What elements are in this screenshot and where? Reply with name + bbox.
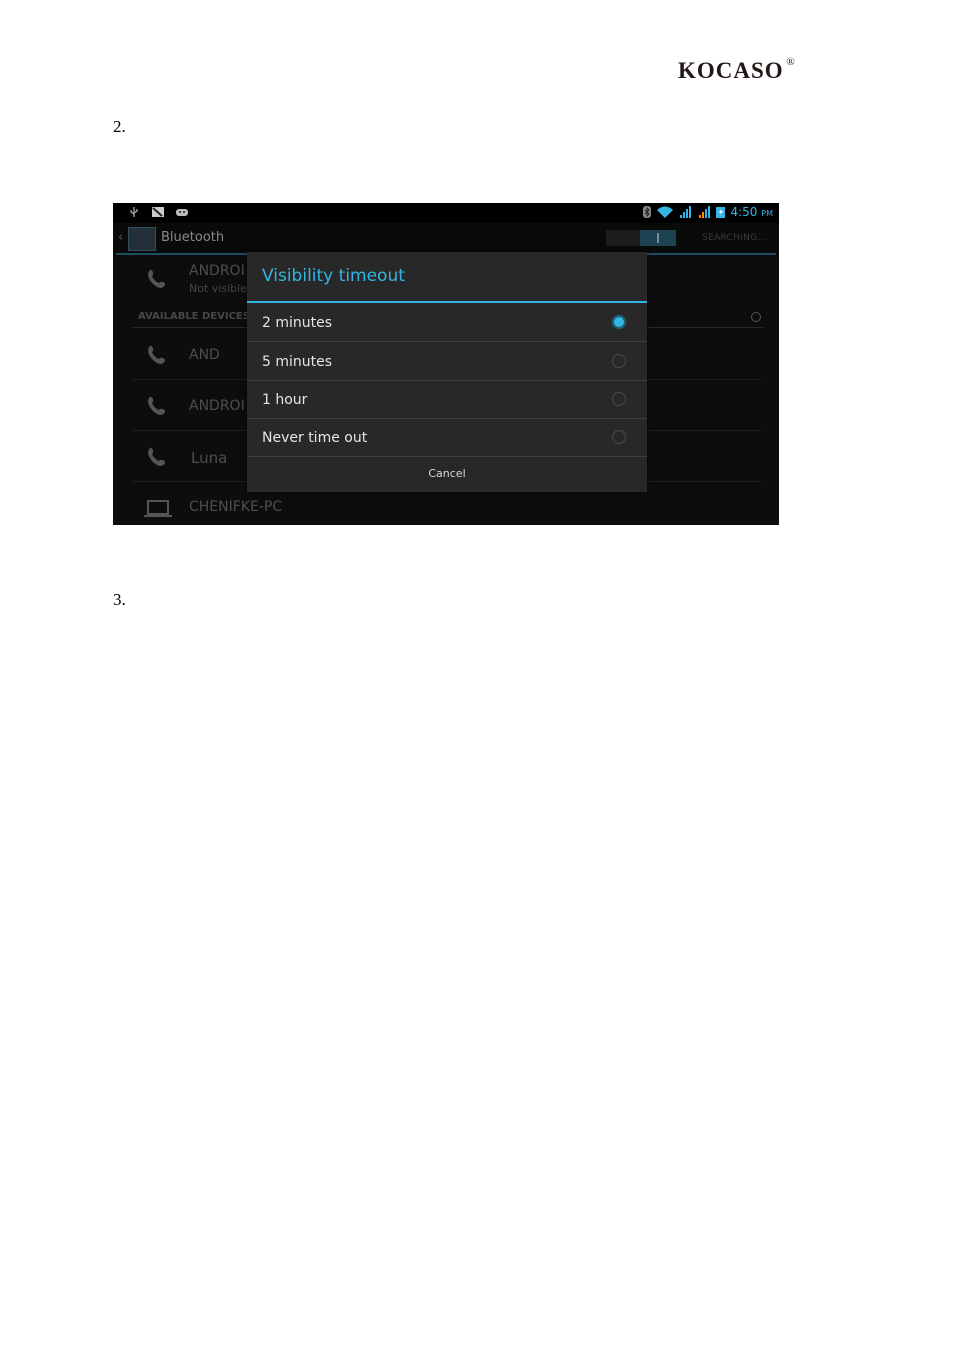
registered-mark: ® <box>786 56 796 68</box>
wifi-icon <box>657 206 674 218</box>
brand-logo: KOCASO ® <box>678 56 795 84</box>
option-label: 5 minutes <box>262 354 333 370</box>
option-label: Never time out <box>262 430 368 446</box>
action-bar: ‹ Bluetooth SEARCHING... <box>113 223 779 253</box>
bluetooth-toggle[interactable] <box>606 230 676 246</box>
image-notification-icon <box>152 207 164 217</box>
visibility-timeout-dialog: Visibility timeout 2 minutes 5 minutes 1… <box>247 252 647 492</box>
phone-icon <box>148 345 166 364</box>
device-item[interactable]: CHENIFKE-PC <box>133 494 761 522</box>
brand-name: KOCASO <box>678 58 784 83</box>
option-never-time-out[interactable]: Never time out <box>247 418 647 457</box>
clock: 4:50 PM <box>730 205 773 219</box>
usb-icon <box>130 207 138 217</box>
signal-icon <box>699 206 711 218</box>
progress-spinner-icon <box>751 312 761 322</box>
option-2-minutes[interactable]: 2 minutes <box>247 303 647 342</box>
option-1-hour[interactable]: 1 hour <box>247 380 647 419</box>
status-bar: 4:50 PM <box>113 203 779 223</box>
radio-unselected-icon[interactable] <box>612 354 626 368</box>
settings-app-icon[interactable] <box>128 227 156 251</box>
device-name: ANDROI <box>189 263 245 279</box>
phone-icon <box>148 269 166 288</box>
cancel-button[interactable]: Cancel <box>247 455 647 492</box>
step-number: 3. <box>113 590 126 609</box>
bluetooth-icon <box>643 206 652 218</box>
radio-unselected-icon[interactable] <box>612 392 626 406</box>
device-name: AND <box>189 347 220 363</box>
device-name: Luna <box>191 449 228 467</box>
step-number: 2. <box>113 117 126 136</box>
option-label: 2 minutes <box>262 315 333 331</box>
device-subtitle: Not visible <box>189 282 247 295</box>
device-name: ANDROI <box>189 398 245 414</box>
page-title: Bluetooth <box>161 230 225 245</box>
android-debug-icon <box>176 209 188 216</box>
battery-charging-icon <box>716 207 726 218</box>
searching-status[interactable]: SEARCHING... <box>702 233 767 243</box>
radio-selected-icon[interactable] <box>612 315 626 329</box>
android-screenshot: 4:50 PM ‹ Bluetooth SEARCHING... ANDROI … <box>113 203 779 525</box>
device-name: CHENIFKE-PC <box>189 499 283 515</box>
radio-unselected-icon[interactable] <box>612 430 626 444</box>
laptop-icon <box>144 500 172 517</box>
option-label: 1 hour <box>262 392 308 408</box>
signal-icon <box>680 206 692 218</box>
phone-icon <box>148 447 166 466</box>
available-devices-header: AVAILABLE DEVICES <box>138 311 250 322</box>
option-5-minutes[interactable]: 5 minutes <box>247 342 647 381</box>
phone-icon <box>148 396 166 415</box>
back-chevron-icon[interactable]: ‹ <box>118 230 123 245</box>
dialog-title: Visibility timeout <box>262 266 405 286</box>
